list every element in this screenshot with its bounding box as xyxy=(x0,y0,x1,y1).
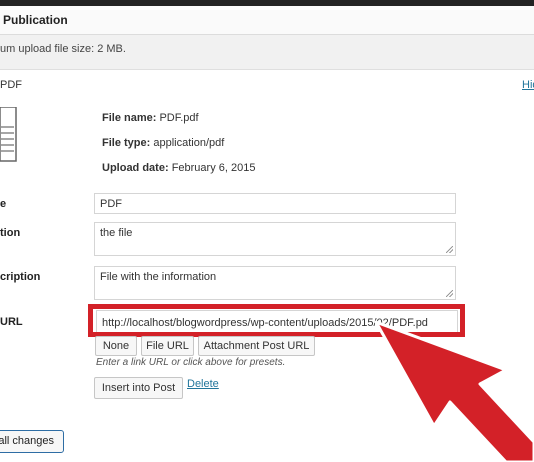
delete-link[interactable]: Delete xyxy=(187,378,219,390)
hide-link[interactable]: Hid xyxy=(522,79,534,91)
link-url-label: URL xyxy=(0,316,23,328)
media-item-name: PDF xyxy=(0,79,22,91)
document-icon xyxy=(0,107,17,162)
description-textarea[interactable]: File with the information xyxy=(94,266,456,300)
max-upload-size-note: um upload file size: 2 MB. xyxy=(0,43,126,55)
red-arrow-icon xyxy=(374,320,534,462)
file-name-label: File name: xyxy=(102,112,157,124)
upload-date-value: February 6, 2015 xyxy=(171,162,256,174)
title-field-label: e xyxy=(0,198,7,210)
file-name-value: PDF.pdf xyxy=(159,112,199,124)
attachment-post-url-button[interactable]: Attachment Post URL xyxy=(198,336,315,356)
file-type-row: File type: application/pdf xyxy=(102,137,224,149)
file-name-row: File name: PDF.pdf xyxy=(102,112,199,124)
file-type-label: File type: xyxy=(102,137,151,149)
upload-date-label: Upload date: xyxy=(102,162,169,174)
file-type-value: application/pdf xyxy=(153,137,225,149)
description-text: File with the information xyxy=(100,271,217,283)
link-hint-text: Enter a link URL or click above for pres… xyxy=(96,357,286,368)
resize-grip-icon[interactable] xyxy=(446,246,453,253)
caption-text: the file xyxy=(100,227,133,239)
title-bar: Publication xyxy=(0,6,534,35)
resize-grip-icon[interactable] xyxy=(446,290,453,297)
insert-into-post-button[interactable]: Insert into Post xyxy=(94,377,183,399)
none-button[interactable]: None xyxy=(95,336,137,356)
caption-field-label: tion xyxy=(0,227,21,239)
caption-textarea[interactable]: the file xyxy=(94,222,456,256)
description-field-label: cription xyxy=(0,271,41,283)
save-all-changes-button[interactable]: all changes xyxy=(0,430,64,453)
file-url-button[interactable]: File URL xyxy=(141,336,194,356)
page-title: Publication xyxy=(3,13,68,27)
upload-date-row: Upload date: February 6, 2015 xyxy=(102,162,255,174)
title-input[interactable]: PDF xyxy=(94,193,456,214)
